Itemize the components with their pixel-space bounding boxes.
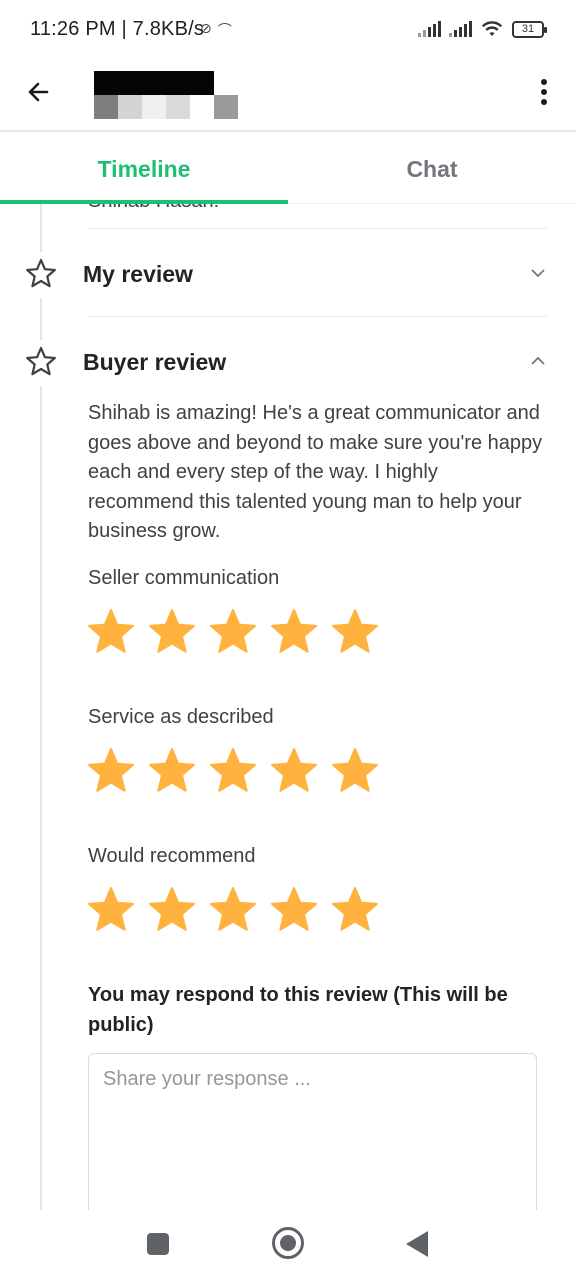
star-filled-icon <box>332 748 378 792</box>
star-filled-icon <box>210 887 256 931</box>
signal-icon <box>449 21 472 37</box>
star-outline-icon <box>26 258 56 288</box>
home-button[interactable] <box>272 1227 304 1259</box>
status-notification-icons: ⊘ ⌒ <box>200 20 232 40</box>
star-filled-icon <box>271 609 317 653</box>
respond-title: You may respond to this review (This wil… <box>88 984 508 1036</box>
star-filled-icon <box>88 748 134 792</box>
star-filled-icon <box>149 887 195 931</box>
signal-icon <box>418 21 441 37</box>
star-rating <box>86 608 380 656</box>
rating-label-service-as-described: Service as described <box>88 706 274 728</box>
star-filled-icon <box>149 609 195 653</box>
battery-icon: 31 <box>512 20 547 38</box>
wifi-icon <box>481 21 503 36</box>
star-filled-icon <box>210 748 256 792</box>
buyer-review-header[interactable]: Buyer review <box>0 337 576 387</box>
star-filled-icon <box>332 887 378 931</box>
app-header <box>0 60 576 132</box>
timeline-content[interactable]: Shihab Hasan! My review Buyer review Shi… <box>0 204 576 1210</box>
chevron-down-icon[interactable] <box>530 265 546 281</box>
my-review-header[interactable]: My review <box>0 249 576 299</box>
sync-icon: ⌒ <box>217 22 232 38</box>
recent-apps-button[interactable] <box>147 1233 169 1255</box>
tab-chat[interactable]: Chat <box>288 134 576 204</box>
star-filled-icon <box>271 748 317 792</box>
tab-timeline[interactable]: Timeline <box>0 134 288 204</box>
tab-bar: Timeline Chat <box>0 134 576 204</box>
star-rating <box>86 747 380 795</box>
mute-icon: ⊘ <box>200 20 212 36</box>
arrow-left-icon <box>28 82 49 102</box>
rating-label-would-recommend: Would recommend <box>88 845 256 867</box>
buyer-review-text: Shihab is amazing! He's a great communic… <box>88 402 543 542</box>
my-review-title: My review <box>83 261 193 287</box>
chevron-up-icon[interactable] <box>530 353 546 369</box>
status-indicators: 31 <box>418 20 547 38</box>
star-filled-icon <box>88 887 134 931</box>
star-filled-icon <box>210 609 256 653</box>
star-filled-icon <box>332 609 378 653</box>
star-filled-icon <box>271 887 317 931</box>
response-textarea[interactable] <box>88 1053 537 1210</box>
more-vertical-icon <box>541 79 547 85</box>
star-outline-icon <box>26 346 56 376</box>
system-navigation-bar <box>0 1210 576 1280</box>
divider <box>88 228 548 229</box>
star-rating <box>86 886 380 934</box>
system-back-button[interactable] <box>406 1231 428 1257</box>
status-bar: 11:26 PM | 7.8KB/s ⊘ ⌒ 31 <box>0 0 576 60</box>
divider <box>88 316 548 317</box>
status-time: 11:26 PM | 7.8KB/s <box>30 18 205 40</box>
rating-label-seller-communication: Seller communication <box>88 567 280 589</box>
buyer-review-title: Buyer review <box>83 349 227 375</box>
more-menu-button[interactable] <box>534 76 554 108</box>
back-button[interactable] <box>20 74 56 110</box>
star-filled-icon <box>88 609 134 653</box>
star-filled-icon <box>149 748 195 792</box>
previous-item-text: Shihab Hasan! <box>88 204 219 213</box>
